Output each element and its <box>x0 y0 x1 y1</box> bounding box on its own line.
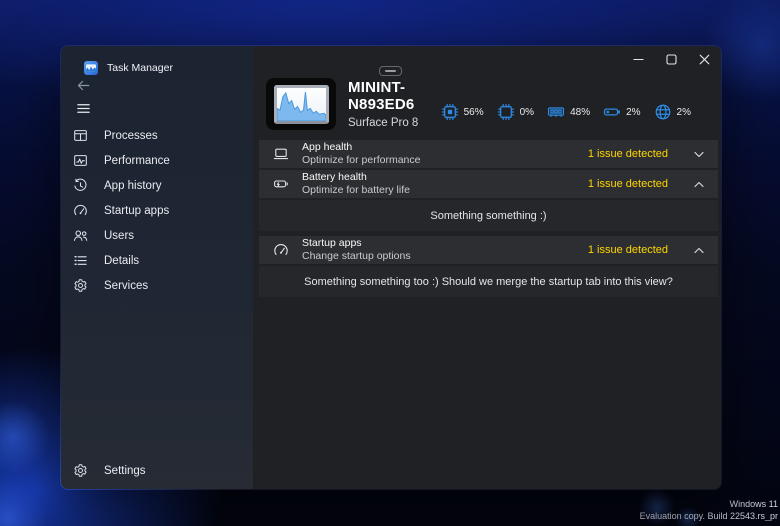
issue-badge: 1 issue detected <box>588 178 668 190</box>
task-manager-window: Task Manager <box>60 45 722 490</box>
health-row-battery-health[interactable]: Battery health Optimize for battery life… <box>259 170 718 198</box>
laptop-icon <box>273 146 289 162</box>
stat-value: 2% <box>677 107 691 118</box>
back-button[interactable] <box>71 75 95 95</box>
stat-battery: 2% <box>603 103 640 121</box>
row-text: App health Optimize for performance <box>302 141 420 166</box>
cpu-graph-icon <box>277 88 326 121</box>
device-name: MININT-N893ED6 <box>348 79 441 113</box>
health-rows: App health Optimize for performance 1 is… <box>259 140 718 302</box>
details-icon <box>73 253 88 268</box>
maximize-button[interactable] <box>655 46 688 72</box>
minimize-icon <box>633 54 644 65</box>
sidebar-item-label: Performance <box>104 155 170 167</box>
cpu-icon <box>441 103 459 121</box>
services-icon <box>73 278 88 293</box>
hamburger-icon <box>76 101 91 116</box>
sidebar-item-label: Details <box>104 255 139 267</box>
sidebar-item-details[interactable]: Details <box>61 248 253 273</box>
watermark-line1: Windows 11 <box>640 498 778 511</box>
minimize-button[interactable] <box>622 46 655 72</box>
navigation-menu-button[interactable] <box>71 98 95 118</box>
desktop: Windows 11 Evaluation copy. Build 22543.… <box>0 0 780 526</box>
sidebar-item-performance[interactable]: Performance <box>61 148 253 173</box>
sidebar-item-settings[interactable]: Settings <box>61 458 253 483</box>
battery-health-icon <box>273 176 289 192</box>
window-title: Task Manager <box>107 62 173 74</box>
device-header: MININT-N893ED6 Surface Pro 8 56% <box>266 78 721 130</box>
sidebar-item-startup-apps[interactable]: Startup apps <box>61 198 253 223</box>
users-icon <box>73 228 88 243</box>
performance-icon <box>73 153 88 168</box>
battery-health-detail: Something something :) <box>259 200 718 231</box>
usage-stats: 56% 0% <box>441 103 721 121</box>
issue-badge: 1 issue detected <box>588 244 668 256</box>
stat-network: 2% <box>654 103 691 121</box>
row-subtitle: Optimize for performance <box>302 154 420 167</box>
caption-buttons <box>622 46 721 72</box>
startup-apps-detail: Something something too :) Should we mer… <box>259 266 718 297</box>
stat-value: 0% <box>520 107 534 118</box>
window-title-area: Task Manager <box>61 46 253 75</box>
processes-icon <box>73 128 88 143</box>
stat-gpu: 0% <box>497 103 534 121</box>
watermark-line2: Evaluation copy. Build 22543.rs_pr <box>640 510 778 523</box>
row-title: Battery health <box>302 171 410 184</box>
stat-value: 48% <box>570 107 590 118</box>
settings-gear-icon <box>73 463 88 478</box>
sidebar-item-processes[interactable]: Processes <box>61 123 253 148</box>
health-row-startup-apps[interactable]: Startup apps Change startup options 1 is… <box>259 236 718 264</box>
row-title: App health <box>302 141 420 154</box>
stat-value: 56% <box>464 107 484 118</box>
device-thumbnail-screen <box>274 85 329 124</box>
sidebar-item-app-history[interactable]: App history <box>61 173 253 198</box>
stat-cpu: 56% <box>441 103 484 121</box>
sidebar-item-label: App history <box>104 180 162 192</box>
stat-memory: 48% <box>547 103 590 121</box>
sidebar-item-label: Services <box>104 280 148 292</box>
stat-value: 2% <box>626 107 640 118</box>
sidebar-item-users[interactable]: Users <box>61 223 253 248</box>
close-button[interactable] <box>688 46 721 72</box>
app-history-icon <box>73 178 88 193</box>
globe-icon <box>654 103 672 121</box>
chevron-up-icon[interactable] <box>694 247 704 254</box>
sidebar-nav: Processes Performance <box>61 123 253 298</box>
drag-handle-bar <box>385 70 396 72</box>
startup-gauge-icon <box>273 242 289 258</box>
sidebar-item-label: Processes <box>104 130 158 142</box>
chevron-up-icon[interactable] <box>694 181 704 188</box>
health-row-app-health[interactable]: App health Optimize for performance 1 is… <box>259 140 718 168</box>
sidebar-item-services[interactable]: Services <box>61 273 253 298</box>
windows-watermark: Windows 11 Evaluation copy. Build 22543.… <box>640 498 778 523</box>
back-arrow-icon <box>76 78 91 93</box>
gpu-icon <box>497 103 515 121</box>
battery-icon <box>603 103 621 121</box>
row-text: Startup apps Change startup options <box>302 237 411 262</box>
issue-badge: 1 issue detected <box>588 148 668 160</box>
row-text: Battery health Optimize for battery life <box>302 171 410 196</box>
memory-icon <box>547 103 565 121</box>
chevron-down-icon[interactable] <box>694 151 704 158</box>
row-subtitle: Optimize for battery life <box>302 184 410 197</box>
sidebar-item-label: Settings <box>104 465 146 477</box>
main-panel: MININT-N893ED6 Surface Pro 8 56% <box>253 46 721 489</box>
task-manager-app-icon <box>84 61 98 75</box>
sidebar-item-label: Startup apps <box>104 205 169 217</box>
startup-apps-icon <box>73 203 88 218</box>
maximize-icon <box>666 54 677 65</box>
device-info: MININT-N893ED6 Surface Pro 8 <box>348 79 441 129</box>
row-title: Startup apps <box>302 237 411 250</box>
device-thumbnail <box>266 78 336 130</box>
row-subtitle: Change startup options <box>302 250 411 263</box>
close-icon <box>699 54 710 65</box>
sidebar: Task Manager <box>61 46 253 489</box>
device-model: Surface Pro 8 <box>348 117 441 129</box>
drag-handle[interactable] <box>379 66 402 76</box>
sidebar-item-label: Users <box>104 230 134 242</box>
